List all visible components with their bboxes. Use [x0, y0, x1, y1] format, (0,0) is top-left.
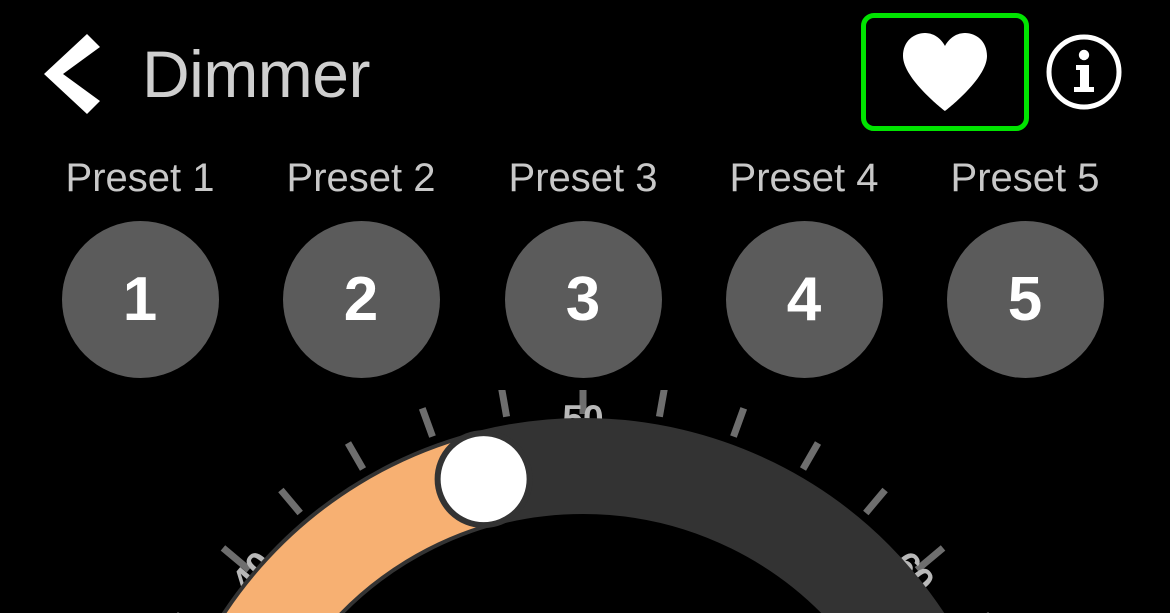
preset-number: 2 — [343, 264, 379, 334]
preset-button-2[interactable]: Preset 2 2 — [251, 155, 471, 378]
favorite-button[interactable] — [861, 13, 1029, 131]
preset-number: 1 — [122, 264, 158, 334]
preset-circle[interactable]: 4 — [725, 221, 883, 378]
preset-label: Preset 1 — [65, 156, 215, 200]
preset-button-3[interactable]: Preset 3 3 — [473, 155, 693, 378]
heart-icon — [899, 31, 991, 113]
dial-tick — [730, 407, 748, 438]
dial-tick — [863, 487, 888, 516]
preset-row: Preset 1 1 Preset 2 2 Preset 3 3 Preset … — [0, 155, 1170, 385]
back-button[interactable] — [28, 28, 114, 120]
dimmer-dial[interactable]: 3040506070 — [0, 390, 1170, 613]
preset-button-1[interactable]: Preset 1 1 — [30, 155, 250, 378]
preset-circle[interactable]: 1 — [61, 221, 219, 378]
preset-number: 5 — [1007, 264, 1043, 334]
preset-number: 3 — [565, 264, 601, 334]
preset-number: 4 — [786, 264, 822, 334]
preset-button-5[interactable]: Preset 5 5 — [915, 155, 1135, 378]
preset-circle[interactable]: 2 — [282, 221, 440, 378]
preset-label: Preset 2 — [286, 156, 436, 200]
page-title: Dimmer — [142, 37, 370, 111]
preset-label: Preset 5 — [950, 156, 1100, 200]
dial-tick — [655, 390, 668, 418]
dial-tick — [418, 407, 436, 438]
chevron-left-icon — [38, 32, 104, 116]
dial-tick — [799, 441, 822, 471]
dial-knob — [434, 430, 533, 529]
dial-tick — [344, 441, 367, 471]
info-circle-icon — [1045, 33, 1123, 111]
dimmer-screen: Dimmer Preset 1 1 Preset 2 2 Preset 3 3 … — [0, 0, 1170, 613]
preset-button-4[interactable]: Preset 4 4 — [694, 155, 914, 378]
dial-tick — [498, 390, 511, 418]
info-button[interactable] — [1045, 33, 1123, 111]
preset-circle[interactable]: 5 — [946, 221, 1104, 378]
preset-label: Preset 4 — [729, 156, 879, 200]
preset-label: Preset 3 — [508, 156, 658, 200]
preset-circle[interactable]: 3 — [504, 221, 662, 378]
dial-tick — [278, 487, 303, 516]
app-header: Dimmer — [0, 0, 1170, 145]
